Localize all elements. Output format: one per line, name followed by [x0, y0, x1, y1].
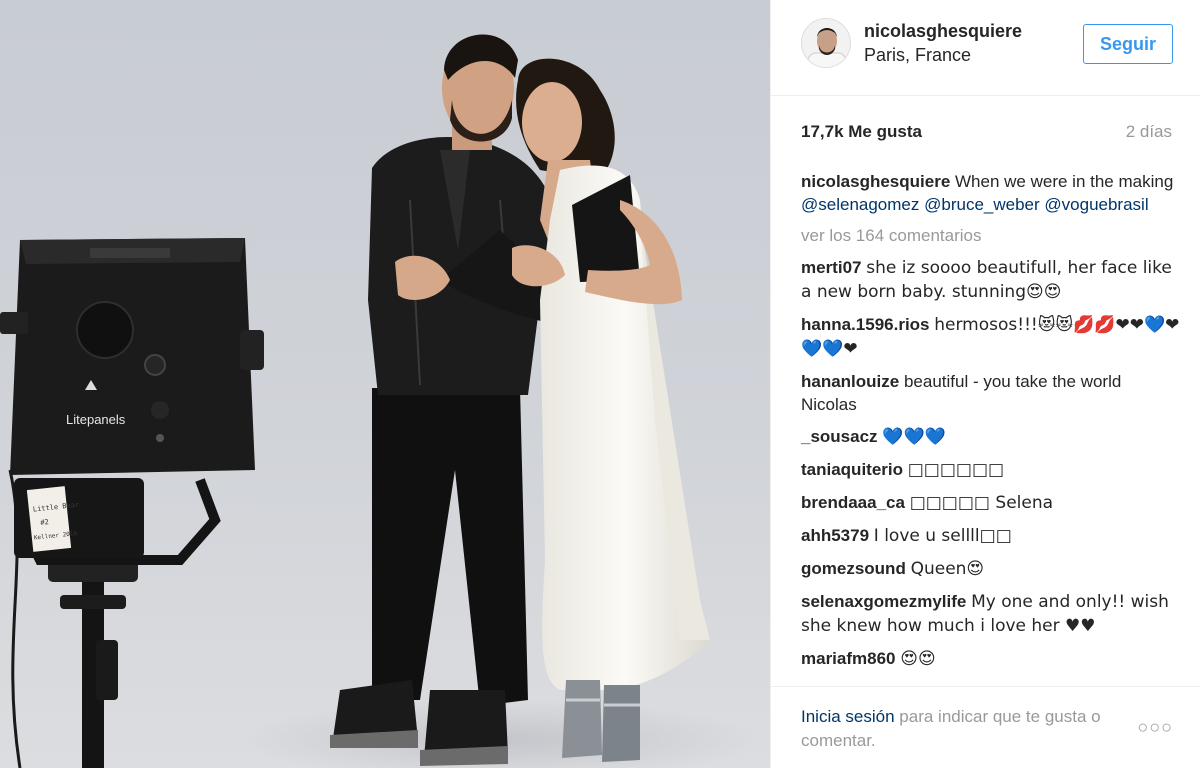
comment-user[interactable]: brendaaa_ca — [801, 493, 905, 512]
comment-user[interactable]: taniaquiterio — [801, 460, 903, 479]
post-caption: nicolasghesquiere When we were in the ma… — [801, 170, 1181, 216]
comment-user[interactable]: merti07 — [801, 258, 861, 277]
comment-text: Queen😍 — [910, 559, 985, 579]
photo-illustration: Litepanels Little Bear #2 Kellner 2016 — [0, 34, 760, 768]
light-stand — [48, 560, 138, 768]
login-link[interactable]: Inicia sesión — [801, 707, 895, 726]
comment-item: selenaxgomezmylife My one and only!! wis… — [801, 590, 1181, 638]
comment-item: gomezsound Queen😍 — [801, 557, 1181, 581]
comment-item: hanna.1596.rios hermosos!!!😻😻💋💋❤❤💙❤💙💙❤ — [801, 313, 1181, 361]
comment-item: _sousacz 💙💙💙 — [801, 425, 1181, 449]
follow-button[interactable]: Seguir — [1083, 24, 1173, 64]
mention-link[interactable]: @selenagomez — [801, 195, 919, 214]
post-footer: Inicia sesión para indicar que te gusta … — [771, 686, 1200, 768]
comment-user[interactable]: hanna.1596.rios — [801, 315, 930, 334]
comment-user[interactable]: mariafm860 — [801, 649, 896, 668]
view-all-comments-link[interactable]: ver los 164 comentarios — [801, 224, 1181, 247]
comment-user[interactable]: ahh5379 — [801, 526, 869, 545]
svg-text:#2: #2 — [40, 518, 49, 527]
login-prompt: Inicia sesión para indicar que te gusta … — [801, 705, 1141, 753]
woman-figure — [512, 58, 710, 762]
comment-text: 😍😍 — [900, 649, 936, 669]
post-time[interactable]: 2 días — [1126, 122, 1172, 142]
comment-item: hananlouize beautiful - you take the wor… — [801, 370, 1181, 416]
comment-item: taniaquiterio □□□□□□ — [801, 458, 1181, 482]
comment-text: □□□□□□ — [907, 460, 1005, 480]
mention-link[interactable]: @bruce_weber — [924, 195, 1040, 214]
avatar[interactable] — [801, 18, 851, 68]
comment-item: ahh5379 I love u sellll□□ — [801, 524, 1181, 548]
comment-user[interactable]: _sousacz — [801, 427, 878, 446]
caption-text: When we were in the making — [955, 172, 1174, 191]
caption-author[interactable]: nicolasghesquiere — [801, 172, 950, 191]
comment-text: □□□□□ Selena — [909, 493, 1054, 513]
post-header: nicolasghesquiere Paris, France Seguir — [771, 0, 1200, 96]
comment-text: I love u sellll□□ — [873, 526, 1012, 546]
light-brand-text: Litepanels — [66, 412, 126, 427]
likes-count[interactable]: 17,7k Me gusta — [801, 122, 922, 142]
comment-user[interactable]: hananlouize — [801, 372, 899, 391]
comment-text: 💙💙💙 — [882, 427, 946, 447]
comment-item: brendaaa_ca □□□□□ Selena — [801, 491, 1181, 515]
post-username[interactable]: nicolasghesquiere — [864, 21, 1022, 42]
led-panel-light: Litepanels Little Bear #2 Kellner 2016 — [0, 238, 264, 558]
post-photo[interactable]: Litepanels Little Bear #2 Kellner 2016 — [0, 0, 770, 768]
mention-link[interactable]: @voguebrasil — [1044, 195, 1148, 214]
comment-user[interactable]: gomezsound — [801, 559, 906, 578]
comments-section: nicolasghesquiere When we were in the ma… — [801, 170, 1181, 686]
more-options-icon[interactable]: ○○○ — [1137, 717, 1173, 738]
avatar-image — [802, 19, 850, 67]
post-side-panel: nicolasghesquiere Paris, France Seguir 1… — [770, 0, 1200, 768]
post-location[interactable]: Paris, France — [864, 45, 971, 66]
comment-user[interactable]: selenaxgomezmylife — [801, 592, 966, 611]
comment-item: merti07 she iz soooo beautifull, her fac… — [801, 256, 1181, 304]
instagram-post: Litepanels Little Bear #2 Kellner 2016 n… — [0, 0, 1200, 768]
comment-item: mariafm860 😍😍 — [801, 647, 1181, 671]
